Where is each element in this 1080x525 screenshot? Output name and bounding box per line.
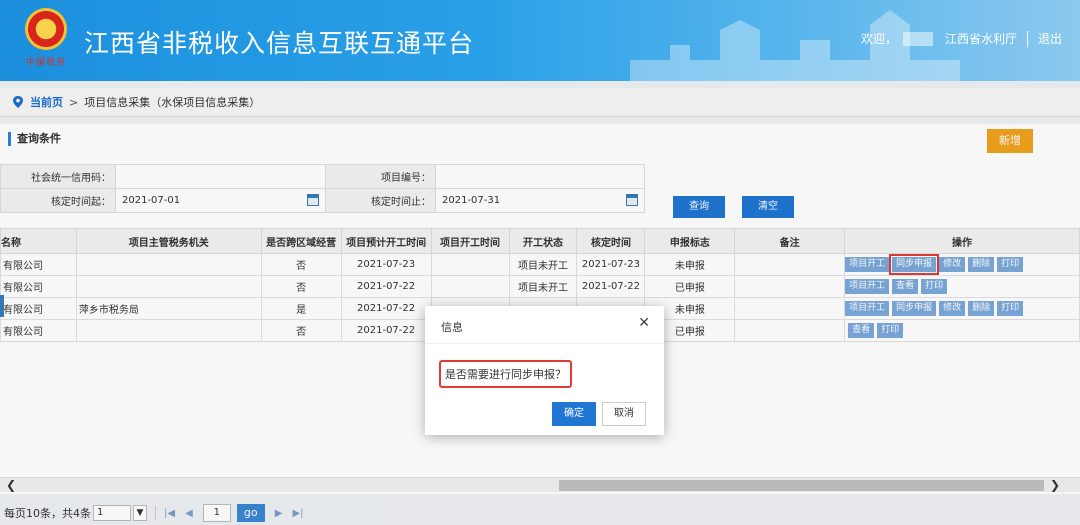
top-header: 中国税务 江西省非税收入信息互联互通平台 欢迎， 江西省水利厅 退出 — [0, 0, 1080, 81]
dialog-message: 是否需要进行同步申报？ — [439, 360, 572, 388]
site-title: 江西省非税收入信息互联互通平台 — [84, 30, 475, 58]
confirm-dialog: 信息 ✕ 是否需要进行同步申报？ 确定 取消 — [425, 306, 664, 435]
close-icon[interactable]: ✕ — [638, 315, 650, 331]
logo-text: 中国税务 — [25, 58, 66, 68]
username-mask — [902, 31, 933, 46]
department-link[interactable]: 江西省水利厅 — [945, 30, 1017, 47]
header-divider — [1026, 30, 1028, 47]
welcome-text: 欢迎， — [860, 32, 897, 46]
emblem-icon — [25, 8, 67, 50]
dialog-title: 信息 — [441, 321, 463, 334]
cancel-button[interactable]: 取消 — [602, 402, 646, 426]
confirm-button[interactable]: 确定 — [552, 402, 596, 426]
dialog-divider — [425, 343, 664, 344]
modal-overlay — [0, 81, 1080, 525]
logout-link[interactable]: 退出 — [1038, 30, 1062, 47]
tax-logo: 中国税务 — [18, 8, 74, 74]
user-area: 欢迎， 江西省水利厅 退出 — [861, 30, 1062, 47]
